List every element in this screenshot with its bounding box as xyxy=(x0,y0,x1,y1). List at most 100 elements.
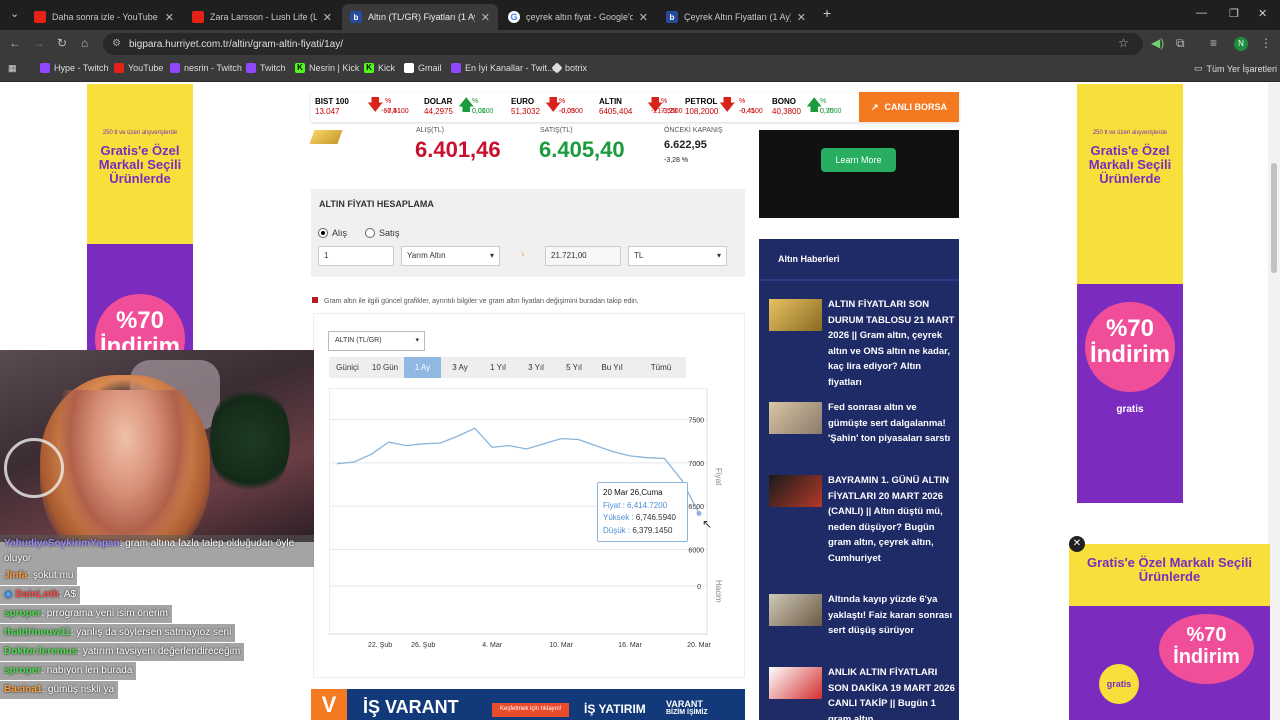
currency-select[interactable]: TL xyxy=(628,246,727,266)
scrollbar-thumb[interactable] xyxy=(1271,163,1277,273)
news-headline: ANLIK ALTIN FİYATLARI SON DAKİKA 19 MART… xyxy=(828,667,955,720)
bookmark-botrix[interactable]: botrix xyxy=(551,62,587,74)
ticker-petrol[interactable]: PETROL 108,2000 🡇 % -0,41 -0,4500 xyxy=(685,97,763,117)
site-info-icon[interactable]: ⚙ xyxy=(112,38,121,49)
x-tick-label: 10. Mar xyxy=(549,642,573,649)
profile-avatar[interactable]: N xyxy=(1234,37,1248,51)
news-thumbnail xyxy=(769,594,822,626)
bookmark-youtube[interactable]: YouTube xyxy=(114,63,163,73)
bookmark-kick[interactable]: K Kick xyxy=(364,63,395,73)
news-title: Altın Haberleri xyxy=(759,239,959,281)
radio-selected-icon xyxy=(318,228,328,238)
all-bookmarks[interactable]: ▭ Tüm Yer İşaretleri xyxy=(1194,63,1277,74)
ad-discount: %70 İndirim xyxy=(95,294,185,350)
close-tab-icon[interactable]: ✕ xyxy=(481,11,490,24)
bookmark-star-icon[interactable]: ☆ xyxy=(1118,36,1129,50)
forward-icon[interactable]: → xyxy=(33,36,45,50)
audio-icon[interactable]: ◀) xyxy=(1151,36,1164,50)
news-thumbnail xyxy=(769,667,822,699)
range-3-ay[interactable]: 3 Ay xyxy=(441,357,479,378)
tooltip-fiyat: 6,414.7200 xyxy=(627,500,668,510)
chart-instrument-select[interactable]: ALTIN (TL/GR) xyxy=(328,331,425,351)
minimize-button[interactable]: — xyxy=(1196,7,1207,19)
quantity-input[interactable]: 1 xyxy=(318,246,394,266)
tab-google-ceyrek[interactable]: G çeyrek altın fiyat - Google'da A ✕ xyxy=(500,4,656,30)
range-gunici[interactable]: Güniçi xyxy=(329,357,366,378)
range-1-ay[interactable]: 1 Ay xyxy=(404,357,441,378)
bottom-right-gratis-ad[interactable]: Gratis'e Özel Markalı Seçili Ürünlerde %… xyxy=(1069,544,1270,720)
bullet-square-icon xyxy=(312,297,318,303)
range-10-gun[interactable]: 10 Gün xyxy=(366,357,404,378)
range-bu-yil[interactable]: Bu Yıl xyxy=(593,357,631,378)
streamer-face xyxy=(60,390,190,542)
varant-bank: İŞ YATIRIM xyxy=(584,702,646,716)
x-tick-label: 26. Şub xyxy=(411,642,435,649)
tab-lush-life[interactable]: Zara Larsson - Lush Life (Lyrics) ✕ xyxy=(184,4,340,30)
learn-more-button[interactable]: Learn More xyxy=(821,148,896,172)
close-ad-icon[interactable]: ✕ xyxy=(1069,536,1085,552)
chat-message: sproper: prrograma yeni isim önerim xyxy=(0,605,172,623)
range-tumu[interactable]: Tümü xyxy=(631,357,691,378)
ticker-euro[interactable]: EURO 51,3032 🡇 % -0,05 -0,0300 xyxy=(511,97,583,117)
maximize-button[interactable]: ❐ xyxy=(1229,7,1239,20)
apps-icon[interactable]: ▦ xyxy=(8,63,17,74)
canli-borsa-button[interactable]: ↗ CANLI BORSA xyxy=(859,92,959,122)
ticker-dolar[interactable]: DOLAR 44,2975 🡅 % 0,01 0,0000 xyxy=(424,97,493,117)
tooltip-yuksek: 6,746.5940 xyxy=(635,513,676,522)
varant-cta[interactable]: Keşfetmek için tıklayın! xyxy=(492,703,570,717)
close-tab-icon[interactable]: ✕ xyxy=(165,11,174,24)
new-tab-button[interactable]: + xyxy=(823,5,831,21)
tab-ceyrek-altin[interactable]: b Çeyrek Altın Fiyatları (1 Ay) - Ç ✕ xyxy=(658,4,814,30)
bookmark-nesrin-kick[interactable]: K Nesrin | Kick xyxy=(295,63,359,73)
close-tab-icon[interactable]: ✕ xyxy=(797,11,806,24)
botrix-icon xyxy=(551,62,563,74)
close-window-button[interactable]: ✕ xyxy=(1258,7,1267,20)
youtube-icon xyxy=(34,11,46,23)
bookmark-hype-twitch[interactable]: Hype - Twitch xyxy=(40,63,108,73)
satis-radio[interactable]: Satış xyxy=(365,228,400,238)
price-point xyxy=(696,510,702,516)
back-icon[interactable]: ← xyxy=(9,36,21,50)
ad-small-text: 250 tl ve üzeri alışverişlerde xyxy=(1092,130,1168,136)
y-tick-label: 7500 xyxy=(688,418,704,425)
right-gratis-ad[interactable]: 250 tl ve üzeri alışverişlerde Gratis'e … xyxy=(1077,84,1183,503)
range-5-yil[interactable]: 5 Yıl xyxy=(555,357,593,378)
tooltip-dusuk: 6,379.1450 xyxy=(632,525,673,535)
ad-headline: Gratis'e Özel Markalı Seçili Ürünlerde xyxy=(1087,555,1252,584)
media-icon[interactable]: ≡ xyxy=(1210,36,1217,50)
ad-discount: %70 İndirim xyxy=(1159,614,1254,684)
tab-altin-fiyatlari[interactable]: b Altın (TL/GR) Fiyatları (1 Ay) - A ✕ xyxy=(342,4,498,30)
ticker-altin[interactable]: ALTIN 6405,404 🡇 % -3,28 -217,5500 xyxy=(599,97,683,117)
bookmark-gmail[interactable]: Gmail xyxy=(404,63,442,73)
range-selector: Güniçi 10 Gün 1 Ay 3 Ay 1 Yıl 3 Yıl 5 Yı… xyxy=(329,357,686,378)
news-thumbnail xyxy=(769,475,822,507)
bookmark-nesrin-twitch[interactable]: nesrin - Twitch xyxy=(170,63,242,73)
close-tab-icon[interactable]: ✕ xyxy=(323,11,332,24)
menu-icon[interactable]: ⋮ xyxy=(1260,36,1272,50)
range-3-yil[interactable]: 3 Yıl xyxy=(517,357,555,378)
address-bar[interactable]: ⚙ bigpara.hurriyet.com.tr/altin/gram-alt… xyxy=(103,33,1143,55)
ad-small-text: 250 tl ve üzeri alışverişlerde xyxy=(102,130,178,136)
gold-type-select[interactable]: Yarım Altın xyxy=(401,246,500,266)
kick-icon: K xyxy=(364,63,374,73)
close-tab-icon[interactable]: ✕ xyxy=(639,11,648,24)
bookmark-twitch[interactable]: Twitch xyxy=(246,63,286,73)
bookmark-en-iyi-kanallar[interactable]: En İyi Kanallar - Twit... xyxy=(451,63,554,73)
stream-chat: YahudiyeSoykirimYapan: gram altına fazla… xyxy=(0,535,340,705)
tab-youtube-watch-later[interactable]: Daha sonra izle - YouTube ✕ xyxy=(26,4,182,30)
left-gratis-ad[interactable]: 250 tl ve üzeri alışverişlerde Gratis'e … xyxy=(87,84,193,350)
ticker-bist[interactable]: BIST 100 13.047 🡇 % -0,51 -67,4100 xyxy=(315,97,409,117)
chat-message: DoktorJeremus: yatırım tavsiyeni değerle… xyxy=(0,643,245,661)
alis-radio[interactable]: Alış xyxy=(318,228,347,238)
reload-icon[interactable]: ↻ xyxy=(57,36,67,50)
is-varant-banner[interactable]: V İŞ VARANT Keşfetmek için tıklayın! İŞ … xyxy=(311,689,745,720)
home-icon[interactable]: ⌂ xyxy=(81,36,88,50)
headset-icon xyxy=(4,438,64,498)
news-thumbnail xyxy=(769,299,822,331)
varant-tag: VARANT BİZİM İŞİMİZ xyxy=(666,699,708,716)
ad-headline: Gratis'e Özel Markalı Seçili Ürünlerde xyxy=(1088,143,1172,186)
extensions-icon[interactable]: ⧉ xyxy=(1176,36,1185,51)
ticker-bono[interactable]: BONO 40,3800 🡅 % 0,75 0,3000 xyxy=(772,97,841,117)
range-1-yil[interactable]: 1 Yıl xyxy=(479,357,517,378)
tab-search-icon[interactable]: ⌄ xyxy=(10,7,19,20)
